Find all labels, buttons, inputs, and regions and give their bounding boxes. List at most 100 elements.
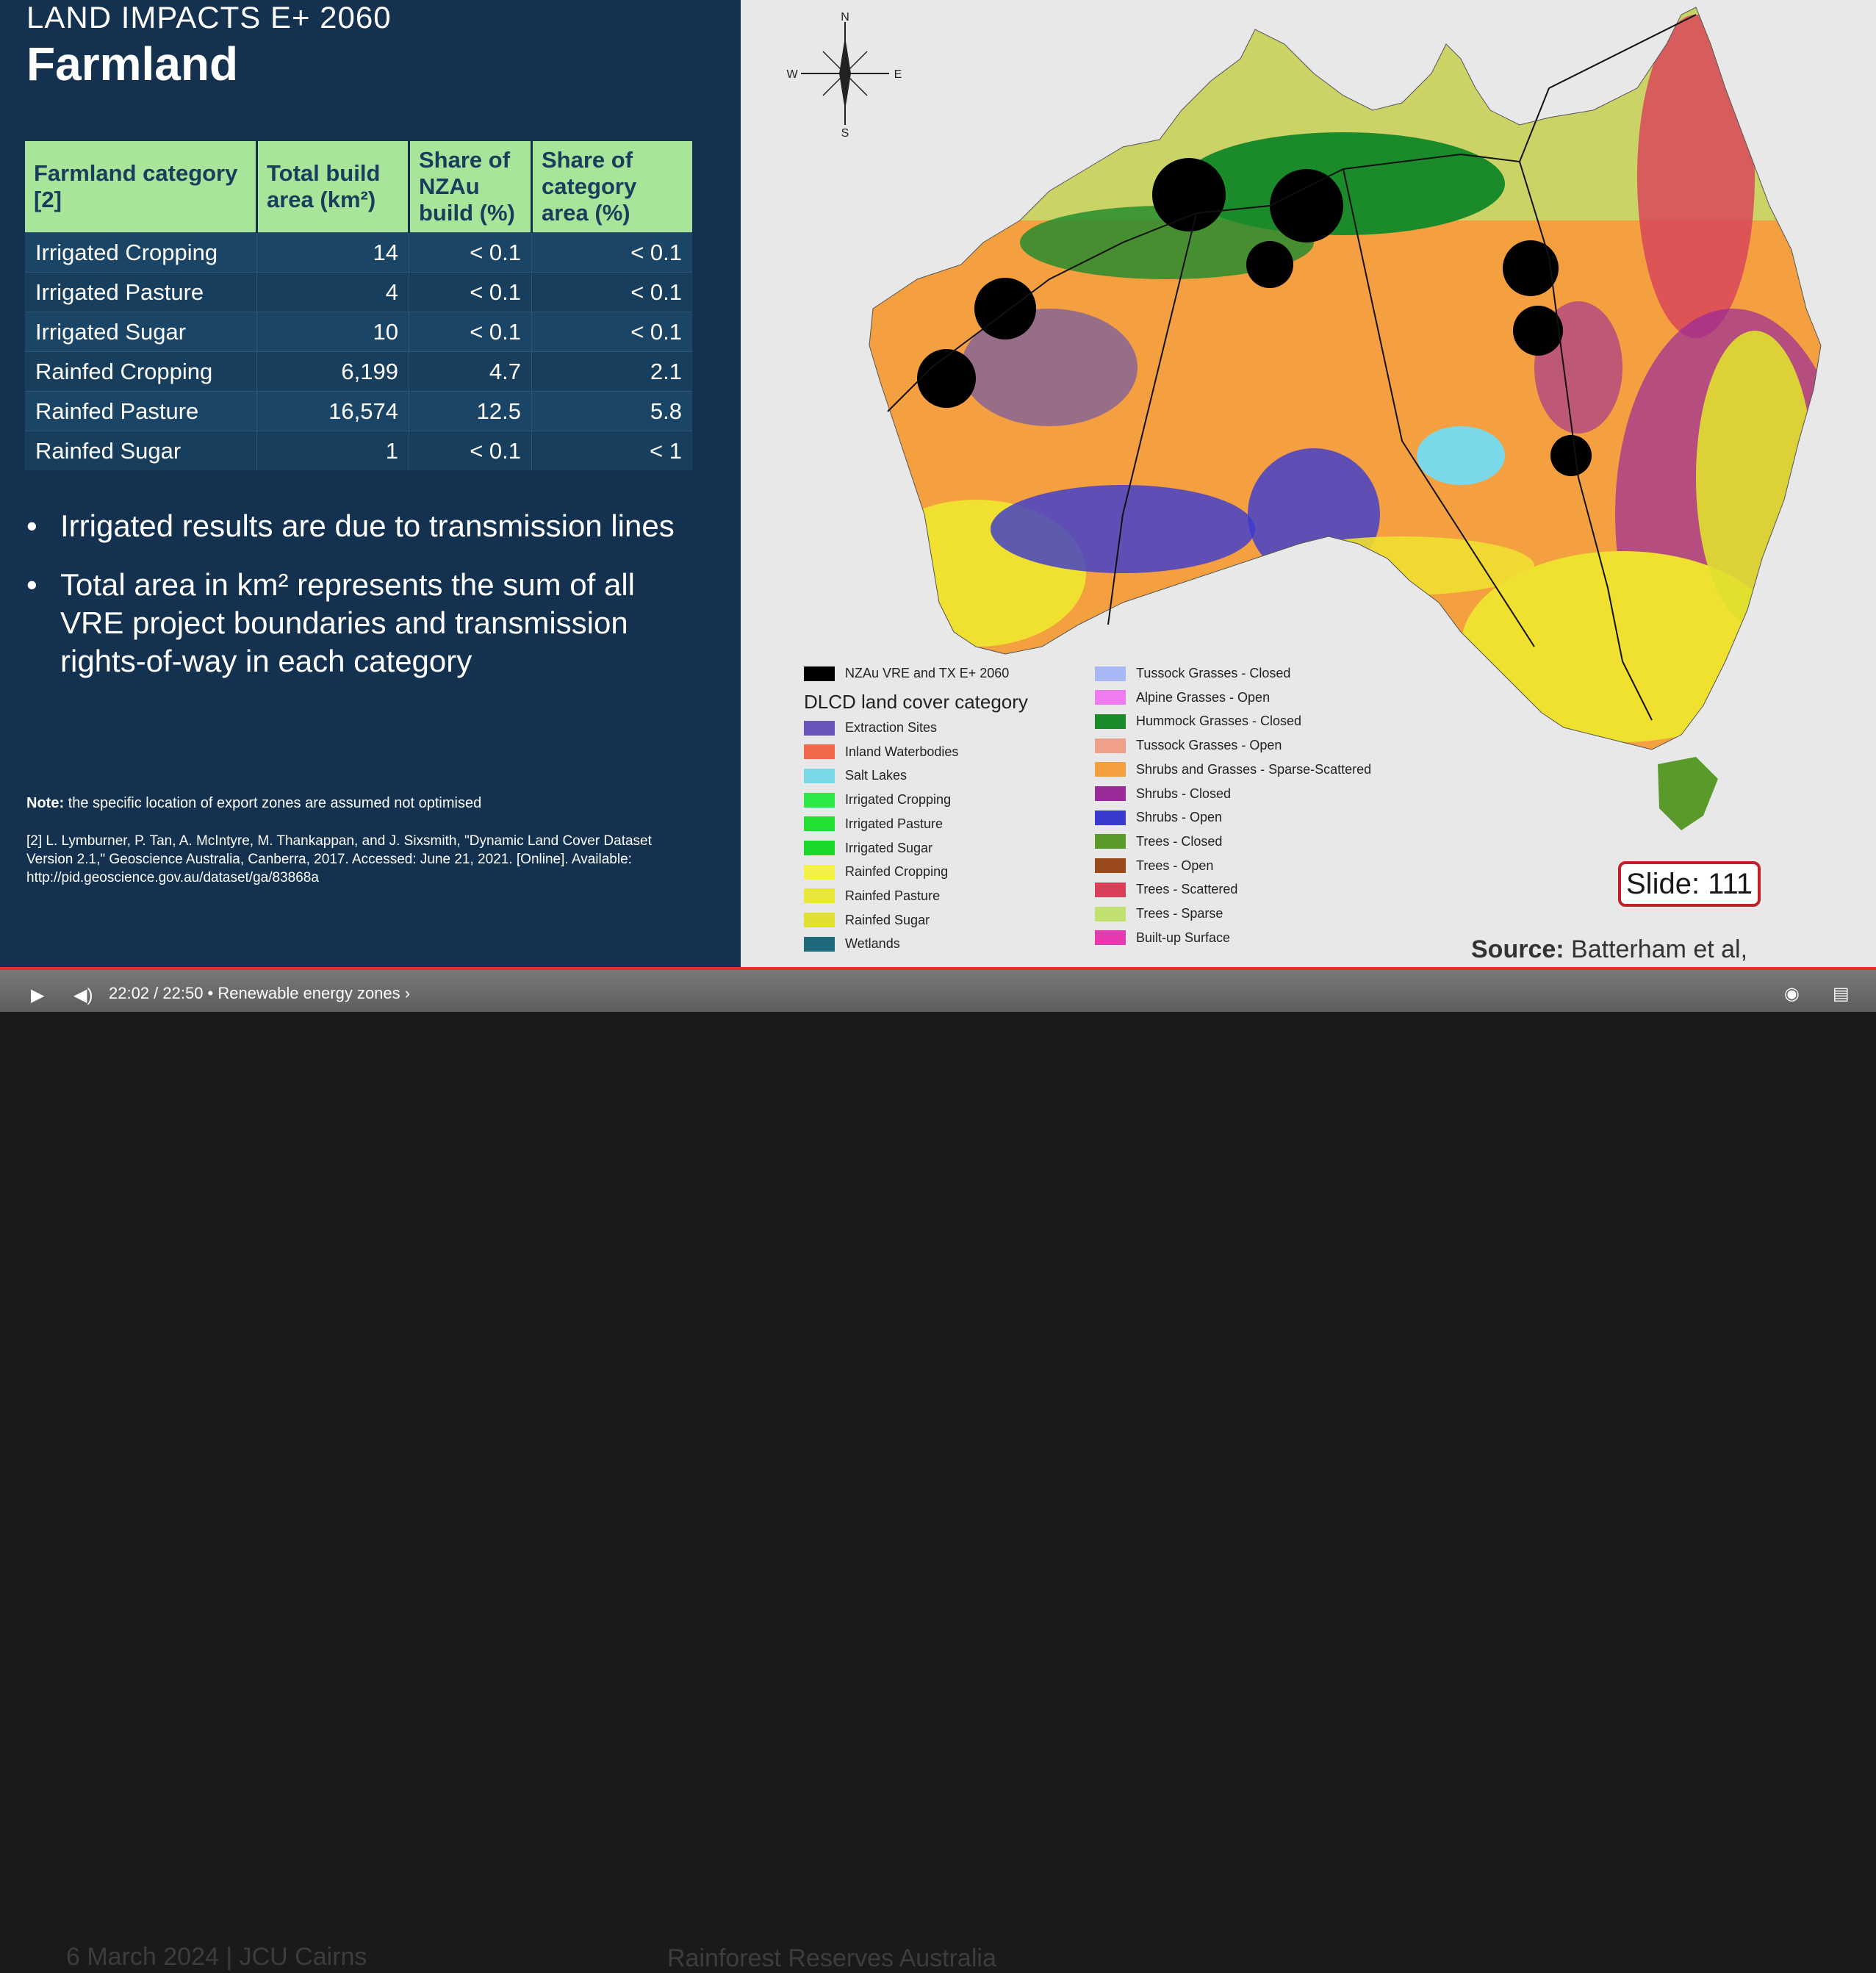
legend-item: Extraction Sites bbox=[804, 720, 937, 736]
table-cell: < 0.1 bbox=[531, 312, 692, 352]
captions-icon[interactable]: ▤ bbox=[1833, 983, 1850, 1005]
table-cell: < 0.1 bbox=[409, 431, 532, 470]
table-cell: 16,574 bbox=[256, 391, 409, 431]
table-cell: 1 bbox=[256, 431, 409, 470]
slide-number-badge: Slide: 111 bbox=[1618, 861, 1761, 907]
table-header-row: Farmland category [2] Total build area (… bbox=[25, 141, 692, 233]
table-row: Rainfed Cropping 6,199 4.7 2.1 bbox=[25, 351, 692, 392]
left-panel: LAND IMPACTS E+ 2060 Farmland Farmland c… bbox=[0, 0, 741, 968]
table-cell: < 0.1 bbox=[409, 272, 532, 312]
legend-swatch bbox=[1095, 786, 1126, 801]
footer-event: 6 March 2024 | JCU Cairns bbox=[66, 1943, 367, 1971]
bullet-list: • Irrigated results are due to transmiss… bbox=[26, 507, 702, 701]
legend-label: Wetlands bbox=[845, 936, 900, 952]
table-cell: Rainfed Pasture bbox=[25, 391, 257, 431]
table-cell: 14 bbox=[256, 232, 409, 273]
legend-item: Trees - Scattered bbox=[1095, 882, 1237, 897]
legend-item: Shrubs - Closed bbox=[1095, 786, 1231, 802]
legend-item: Trees - Closed bbox=[1095, 834, 1222, 849]
table-cell: Rainfed Sugar bbox=[25, 431, 257, 470]
table-cell: Irrigated Pasture bbox=[25, 272, 257, 312]
legend-item: Salt Lakes bbox=[804, 768, 907, 783]
legend-vre-label: NZAu VRE and TX E+ 2060 bbox=[845, 666, 1010, 680]
legend-item: Built-up Surface bbox=[1095, 930, 1230, 946]
footer-report: Net Zero Australia Final Report, April 2… bbox=[1277, 1940, 1774, 1970]
legend-label: Salt Lakes bbox=[845, 768, 908, 783]
legend-label: Irrigated Sugar bbox=[845, 840, 933, 855]
legend-swatch bbox=[1095, 882, 1126, 897]
table-cell: Irrigated Cropping bbox=[25, 232, 257, 273]
compass-n: N bbox=[841, 11, 849, 24]
legend-item: Rainfed Pasture bbox=[804, 888, 940, 904]
legend-swatch bbox=[804, 936, 835, 952]
legend-swatch bbox=[804, 913, 835, 928]
bullet-dot-icon: • bbox=[26, 567, 37, 602]
play-icon[interactable]: ▶ bbox=[31, 985, 44, 1006]
legend-swatch bbox=[1095, 762, 1126, 777]
table-row: Irrigated Sugar 10 < 0.1 < 0.1 bbox=[25, 312, 692, 352]
note: Note: the specific location of export zo… bbox=[26, 795, 481, 812]
table-row: Rainfed Sugar 1 < 0.1 < 1 bbox=[25, 431, 692, 470]
bullet-text: Total area in km² represents the sum of … bbox=[60, 567, 636, 678]
source-label: Source: bbox=[1471, 935, 1564, 963]
legend-item: Hummock Grasses - Closed bbox=[1095, 714, 1301, 729]
legend-swatch bbox=[804, 792, 835, 808]
col-header-total-area: Total build area (km²) bbox=[256, 141, 410, 233]
legend-label: Trees - Sparse bbox=[1136, 906, 1223, 921]
legend-swatch bbox=[1095, 738, 1126, 753]
slide: LAND IMPACTS E+ 2060 Farmland Farmland c… bbox=[0, 0, 1876, 968]
legend-label: Rainfed Sugar bbox=[845, 912, 930, 927]
legend-item: Irrigated Sugar bbox=[804, 841, 932, 856]
table-cell: Rainfed Cropping bbox=[25, 351, 257, 392]
table-cell: 4.7 bbox=[409, 351, 532, 392]
reference-text: [2] L. Lymburner, P. Tan, A. McIntyre, M… bbox=[26, 833, 652, 885]
table-cell: 2.1 bbox=[531, 351, 692, 392]
col-header-share-build: Share of NZAu build (%) bbox=[409, 141, 533, 233]
note-text: the specific location of export zones ar… bbox=[64, 795, 482, 811]
legend-swatch bbox=[1095, 690, 1126, 705]
video-timestamp[interactable]: 22:02 / 22:50 • Renewable energy zones › bbox=[109, 984, 410, 1003]
legend-item: Tussock Grasses - Open bbox=[1095, 738, 1282, 753]
legend-label: Shrubs - Closed bbox=[1136, 786, 1232, 801]
legend-swatch bbox=[804, 666, 835, 681]
legend-label: Trees - Scattered bbox=[1136, 882, 1238, 897]
table-cell: 10 bbox=[256, 312, 409, 352]
legend-label: Shrubs - Open bbox=[1136, 810, 1223, 825]
col-header-share-category: Share of category area (%) bbox=[531, 141, 692, 233]
table-row: Irrigated Cropping 14 < 0.1 < 0.1 bbox=[25, 232, 692, 273]
table-cell: 12.5 bbox=[409, 391, 532, 431]
compass-s: S bbox=[841, 127, 849, 140]
legend-label: Tussock Grasses - Open bbox=[1136, 738, 1282, 753]
note-label: Note: bbox=[26, 795, 65, 811]
table-cell: < 0.1 bbox=[531, 272, 692, 312]
video-progress-bar[interactable] bbox=[0, 967, 1876, 970]
table-cell: Irrigated Sugar bbox=[25, 312, 257, 352]
autoplay-toggle-icon[interactable]: ◉ bbox=[1784, 983, 1800, 1005]
legend-item: Wetlands bbox=[804, 936, 900, 952]
table-cell: < 0.1 bbox=[409, 232, 532, 273]
volume-icon[interactable]: ◀) bbox=[73, 985, 93, 1006]
legend-label: Irrigated Pasture bbox=[845, 816, 944, 831]
legend-item: Shrubs - Open bbox=[1095, 810, 1222, 825]
legend-item: Irrigated Pasture bbox=[804, 816, 943, 832]
slide-title: Farmland bbox=[26, 37, 239, 90]
legend-swatch bbox=[1095, 810, 1126, 825]
col-header-category: Farmland category [2] bbox=[25, 141, 258, 233]
table-cell: 6,199 bbox=[256, 351, 409, 392]
legend-item: Trees - Open bbox=[1095, 858, 1213, 874]
legend-item: Tussock Grasses - Closed bbox=[1095, 666, 1290, 681]
legend-item: Irrigated Cropping bbox=[804, 792, 951, 808]
legend-item: Rainfed Sugar bbox=[804, 913, 930, 928]
legend-label: Tussock Grasses - Closed bbox=[1136, 666, 1291, 680]
legend-swatch bbox=[1095, 930, 1126, 946]
legend-swatch bbox=[1095, 714, 1126, 729]
legend-swatch bbox=[1095, 834, 1126, 849]
farmland-table: Farmland category [2] Total build area (… bbox=[25, 141, 692, 470]
bullet-text: Irrigated results are due to transmissio… bbox=[60, 508, 675, 543]
legend-label: Built-up Surface bbox=[1136, 930, 1231, 945]
footer-organisation: Rainforest Reserves Australia bbox=[667, 1944, 996, 1972]
legend-label: Hummock Grasses - Closed bbox=[1136, 714, 1302, 729]
legend-swatch bbox=[804, 744, 835, 760]
source-citation: Source: Batterham et al, bbox=[1471, 935, 1747, 964]
compass-e: E bbox=[894, 68, 902, 81]
